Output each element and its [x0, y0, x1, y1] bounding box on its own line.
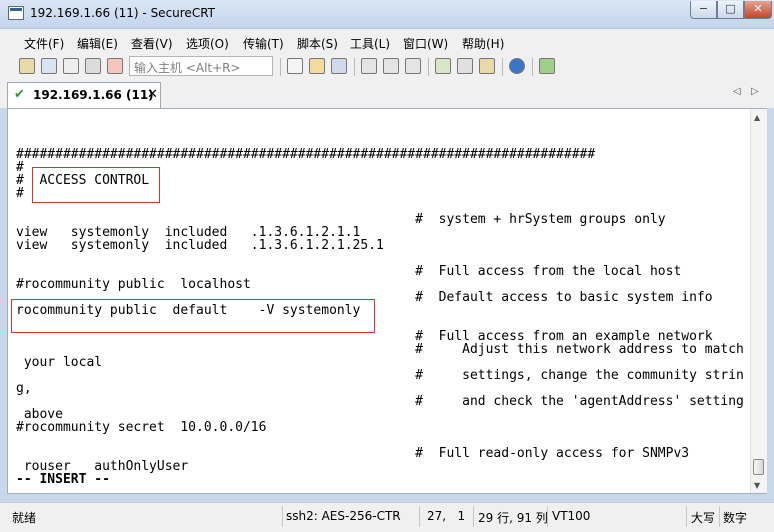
scroll-thumb[interactable] — [753, 459, 764, 475]
keymap-icon[interactable] — [479, 58, 495, 74]
tab-close-icon[interactable]: ✕ — [147, 87, 158, 102]
toolbar-separator — [502, 58, 503, 76]
menu-bar: 文件(F) 编辑(E) 查看(V) 选项(O) 传输(T) 脚本(S) 工具(L… — [0, 28, 774, 55]
quick-connect-input[interactable]: 输入主机 <Alt+R> — [129, 56, 273, 76]
status-terminal-size: 29 行, 91 列 — [478, 511, 548, 525]
maximize-button[interactable]: □ — [717, 1, 744, 19]
paste-icon[interactable] — [309, 58, 325, 74]
status-cipher: ssh2: AES-256-CTR — [286, 509, 401, 523]
insert-mode-indicator: -- INSERT -- — [16, 472, 110, 487]
reconnect-icon[interactable] — [85, 58, 101, 74]
connect-tab-icon[interactable] — [63, 58, 79, 74]
session-tab[interactable]: ✔ 192.169.1.66 (11) ✕ — [7, 82, 161, 108]
sftp-icon[interactable] — [539, 58, 555, 74]
scroll-up-icon[interactable]: ▲ — [754, 113, 760, 122]
find-icon[interactable] — [331, 58, 347, 74]
print-icon[interactable] — [361, 58, 377, 74]
status-caps-lock: 大写 — [691, 511, 716, 525]
menu-view[interactable]: 查看(V) — [131, 35, 173, 52]
status-ready: 就绪 — [12, 511, 37, 525]
tab-prev-icon[interactable]: ◁ — [733, 86, 741, 97]
minimize-button[interactable]: − — [690, 1, 717, 19]
disconnect-icon[interactable] — [107, 58, 123, 74]
vertical-scrollbar[interactable]: ▲ ▼ — [750, 109, 767, 493]
status-num-lock: 数字 — [723, 511, 748, 525]
terminal-line: view systemonly included .1.3.6.1.2.1.25… — [16, 238, 384, 253]
highlight-rocommunity-line — [11, 299, 375, 333]
connect-icon[interactable] — [19, 58, 35, 74]
title-bar: 192.169.1.66 (11) - SecureCRT − □ ✕ — [0, 0, 774, 28]
terminal-line: # settings, change the community strin — [16, 368, 744, 383]
terminal-pane[interactable]: ########################################… — [7, 108, 767, 494]
session-options-icon[interactable] — [435, 58, 451, 74]
terminal-line: ########################################… — [16, 147, 596, 162]
toolbar-separator — [354, 58, 355, 76]
scroll-down-icon[interactable]: ▼ — [754, 481, 760, 490]
tab-label: 192.169.1.66 (11) — [33, 88, 154, 102]
toolbar-separator — [428, 58, 429, 76]
status-terminal-type: VT100 — [552, 509, 591, 523]
status-bar: 就绪 ssh2: AES-256-CTR 27, 1 29 行, 91 列 VT… — [0, 502, 774, 532]
terminal-line: # and check the 'agentAddress' setting — [16, 394, 744, 409]
menu-transfer[interactable]: 传输(T) — [243, 35, 284, 52]
tab-next-icon[interactable]: ▷ — [751, 86, 759, 97]
connected-check-icon: ✔ — [14, 87, 25, 102]
toolbar: 输入主机 <Alt+R> — [0, 54, 774, 81]
close-button[interactable]: ✕ — [744, 1, 772, 19]
menu-tools[interactable]: 工具(L) — [350, 35, 390, 52]
terminal-line: #rocommunity secret 10.0.0.0/16 — [16, 420, 267, 435]
quick-connect-icon[interactable] — [41, 58, 57, 74]
copy-icon[interactable] — [287, 58, 303, 74]
tab-bar: ✔ 192.169.1.66 (11) ✕ — [0, 80, 774, 108]
terminal-line: # Adjust this network address to match — [16, 342, 744, 357]
menu-options[interactable]: 选项(O) — [186, 35, 229, 52]
print-selection-icon[interactable] — [405, 58, 421, 74]
menu-help[interactable]: 帮助(H) — [462, 35, 504, 52]
menu-file[interactable]: 文件(F) — [24, 35, 64, 52]
toolbar-separator — [532, 58, 533, 76]
print-setup-icon[interactable] — [383, 58, 399, 74]
securecrt-app-icon — [8, 6, 24, 20]
menu-edit[interactable]: 编辑(E) — [77, 35, 118, 52]
menu-script[interactable]: 脚本(S) — [297, 35, 338, 52]
menu-window[interactable]: 窗口(W) — [403, 35, 448, 52]
terminal-line: # — [16, 186, 24, 201]
highlight-access-control — [32, 167, 160, 203]
global-options-icon[interactable] — [457, 58, 473, 74]
help-icon[interactable] — [509, 58, 525, 74]
window-title: 192.169.1.66 (11) - SecureCRT — [30, 6, 215, 20]
toolbar-separator — [280, 58, 281, 76]
status-cursor-position: 27, 1 — [427, 509, 466, 523]
